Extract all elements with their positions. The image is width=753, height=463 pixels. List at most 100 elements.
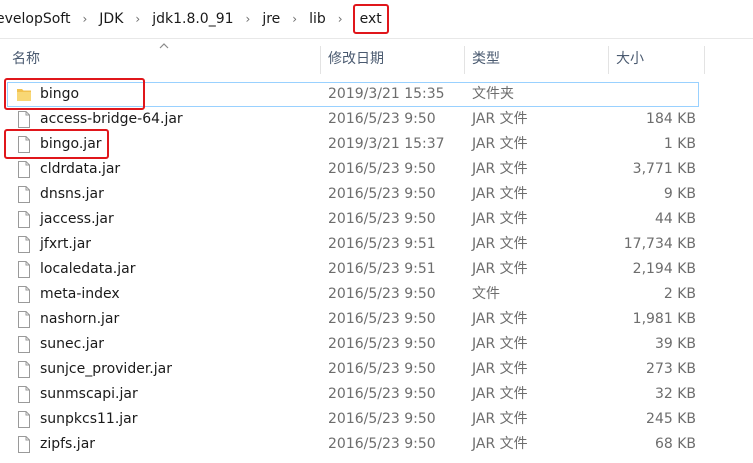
chevron-right-icon[interactable]: › bbox=[330, 12, 351, 26]
file-name: dnsns.jar bbox=[40, 186, 104, 202]
file-icon bbox=[18, 336, 30, 353]
file-type: JAR 文件 bbox=[472, 136, 528, 152]
file-row[interactable]: jfxrt.jar 2016/5/23 9:51 JAR 文件 17,734 KB bbox=[0, 232, 753, 257]
column-divider[interactable] bbox=[704, 46, 705, 74]
file-type: JAR 文件 bbox=[472, 161, 528, 177]
chevron-right-icon[interactable]: › bbox=[127, 12, 148, 26]
file-modified-date: 2016/5/23 9:50 bbox=[328, 336, 436, 352]
file-icon bbox=[18, 261, 30, 278]
breadcrumb-item-developsoft[interactable]: evelopSoft bbox=[0, 8, 74, 30]
file-icon bbox=[18, 361, 30, 378]
file-modified-date: 2016/5/23 9:50 bbox=[328, 186, 436, 202]
file-modified-date: 2016/5/23 9:50 bbox=[328, 411, 436, 427]
file-modified-date: 2019/3/21 15:37 bbox=[328, 136, 445, 152]
file-type: JAR 文件 bbox=[472, 111, 528, 127]
file-modified-date: 2016/5/23 9:50 bbox=[328, 361, 436, 377]
file-size: 9 KB bbox=[663, 186, 696, 202]
file-type: JAR 文件 bbox=[472, 336, 528, 352]
file-row[interactable]: sunmscapi.jar 2016/5/23 9:50 JAR 文件 32 KB bbox=[0, 382, 753, 407]
chevron-right-icon[interactable]: › bbox=[74, 12, 95, 26]
file-name: nashorn.jar bbox=[40, 311, 120, 327]
file-modified-date: 2019/3/21 15:35 bbox=[328, 86, 445, 102]
file-size: 39 KB bbox=[654, 336, 696, 352]
file-row[interactable]: dnsns.jar 2016/5/23 9:50 JAR 文件 9 KB bbox=[0, 182, 753, 207]
chevron-right-icon[interactable]: › bbox=[238, 12, 259, 26]
file-icon bbox=[18, 411, 30, 428]
file-type: JAR 文件 bbox=[472, 411, 528, 427]
file-row[interactable]: zipfs.jar 2016/5/23 9:50 JAR 文件 68 KB bbox=[0, 432, 753, 457]
file-type: JAR 文件 bbox=[472, 236, 528, 252]
file-icon bbox=[18, 111, 30, 128]
file-size: 184 KB bbox=[646, 111, 696, 127]
file-modified-date: 2016/5/23 9:50 bbox=[328, 436, 436, 452]
file-icon bbox=[18, 211, 30, 228]
file-row[interactable]: sunpkcs11.jar 2016/5/23 9:50 JAR 文件 245 KB bbox=[0, 407, 753, 432]
file-size: 1 KB bbox=[663, 136, 696, 152]
file-size: 44 KB bbox=[654, 211, 696, 227]
file-modified-date: 2016/5/23 9:50 bbox=[328, 386, 436, 402]
file-icon bbox=[18, 436, 30, 453]
file-type: JAR 文件 bbox=[472, 311, 528, 327]
file-row[interactable]: nashorn.jar 2016/5/23 9:50 JAR 文件 1,981 KB bbox=[0, 307, 753, 332]
file-icon bbox=[18, 311, 30, 328]
file-row[interactable]: sunec.jar 2016/5/23 9:50 JAR 文件 39 KB bbox=[0, 332, 753, 357]
file-name: sunjce_provider.jar bbox=[40, 361, 172, 377]
file-modified-date: 2016/5/23 9:50 bbox=[328, 111, 436, 127]
file-icon bbox=[18, 186, 30, 203]
file-row[interactable]: localedata.jar 2016/5/23 9:51 JAR 文件 2,194 … bbox=[0, 257, 753, 282]
file-size: 2 KB bbox=[663, 286, 696, 302]
file-type: JAR 文件 bbox=[472, 386, 528, 402]
file-name: sunmscapi.jar bbox=[40, 386, 138, 402]
file-name: jaccess.jar bbox=[40, 211, 114, 227]
file-modified-date: 2016/5/23 9:51 bbox=[328, 261, 436, 277]
file-name: sunec.jar bbox=[40, 336, 105, 352]
file-size: 245 KB bbox=[646, 411, 696, 427]
file-size: 17,734 KB bbox=[623, 236, 696, 252]
file-type: JAR 文件 bbox=[472, 186, 528, 202]
breadcrumb-item-ext[interactable]: ext bbox=[352, 4, 389, 34]
file-modified-date: 2016/5/23 9:50 bbox=[328, 211, 436, 227]
file-size: 2,194 KB bbox=[632, 261, 696, 277]
file-type: JAR 文件 bbox=[472, 361, 528, 377]
file-size: 1,981 KB bbox=[632, 311, 696, 327]
file-size: 32 KB bbox=[654, 386, 696, 402]
file-modified-date: 2016/5/23 9:50 bbox=[328, 286, 436, 302]
file-icon bbox=[18, 161, 30, 178]
file-name: jfxrt.jar bbox=[40, 236, 92, 252]
column-header-date[interactable]: 修改日期 bbox=[316, 40, 460, 78]
file-name: localedata.jar bbox=[40, 261, 136, 277]
file-row[interactable]: bingo.jar 2019/3/21 15:37 JAR 文件 1 KB bbox=[0, 132, 753, 157]
column-header-size[interactable]: 大小 bbox=[604, 40, 704, 78]
file-row[interactable]: access-bridge-64.jar 2016/5/23 9:50 JAR 文件… bbox=[0, 107, 753, 132]
file-icon bbox=[18, 236, 30, 253]
file-size: 68 KB bbox=[654, 436, 696, 452]
file-size: 3,771 KB bbox=[632, 161, 696, 177]
file-icon bbox=[18, 286, 30, 303]
file-row[interactable]: sunjce_provider.jar 2016/5/23 9:50 JAR 文件 2… bbox=[0, 357, 753, 382]
breadcrumb-item-jdk[interactable]: JDK bbox=[95, 8, 127, 30]
column-header-name[interactable]: 名称 bbox=[0, 40, 320, 78]
column-header-type[interactable]: 类型 bbox=[460, 40, 604, 78]
file-row[interactable]: jaccess.jar 2016/5/23 9:50 JAR 文件 44 KB bbox=[0, 207, 753, 232]
file-type: JAR 文件 bbox=[472, 211, 528, 227]
file-type: JAR 文件 bbox=[472, 261, 528, 277]
file-row[interactable]: meta-index 2016/5/23 9:50 文件 2 KB bbox=[0, 282, 753, 307]
file-row[interactable]: cldrdata.jar 2016/5/23 9:50 JAR 文件 3,771 KB bbox=[0, 157, 753, 182]
file-modified-date: 2016/5/23 9:50 bbox=[328, 161, 436, 177]
file-name: cldrdata.jar bbox=[40, 161, 121, 177]
file-icon bbox=[18, 386, 30, 403]
file-type: JAR 文件 bbox=[472, 436, 528, 452]
annotation-highlight-bingo-folder bbox=[4, 78, 145, 110]
file-size: 273 KB bbox=[646, 361, 696, 377]
file-name: zipfs.jar bbox=[40, 436, 96, 452]
file-type: 文件 bbox=[472, 286, 500, 302]
annotation-highlight-bingo-jar bbox=[4, 129, 109, 159]
file-type: 文件夹 bbox=[472, 86, 514, 102]
chevron-right-icon[interactable]: › bbox=[284, 12, 305, 26]
breadcrumb-item-lib[interactable]: lib bbox=[305, 8, 330, 30]
file-modified-date: 2016/5/23 9:50 bbox=[328, 311, 436, 327]
file-name: sunpkcs11.jar bbox=[40, 411, 138, 427]
breadcrumb-item-jre[interactable]: jre bbox=[258, 8, 284, 30]
file-modified-date: 2016/5/23 9:51 bbox=[328, 236, 436, 252]
breadcrumb-item-jdk1-8-0-91[interactable]: jdk1.8.0_91 bbox=[148, 8, 237, 30]
